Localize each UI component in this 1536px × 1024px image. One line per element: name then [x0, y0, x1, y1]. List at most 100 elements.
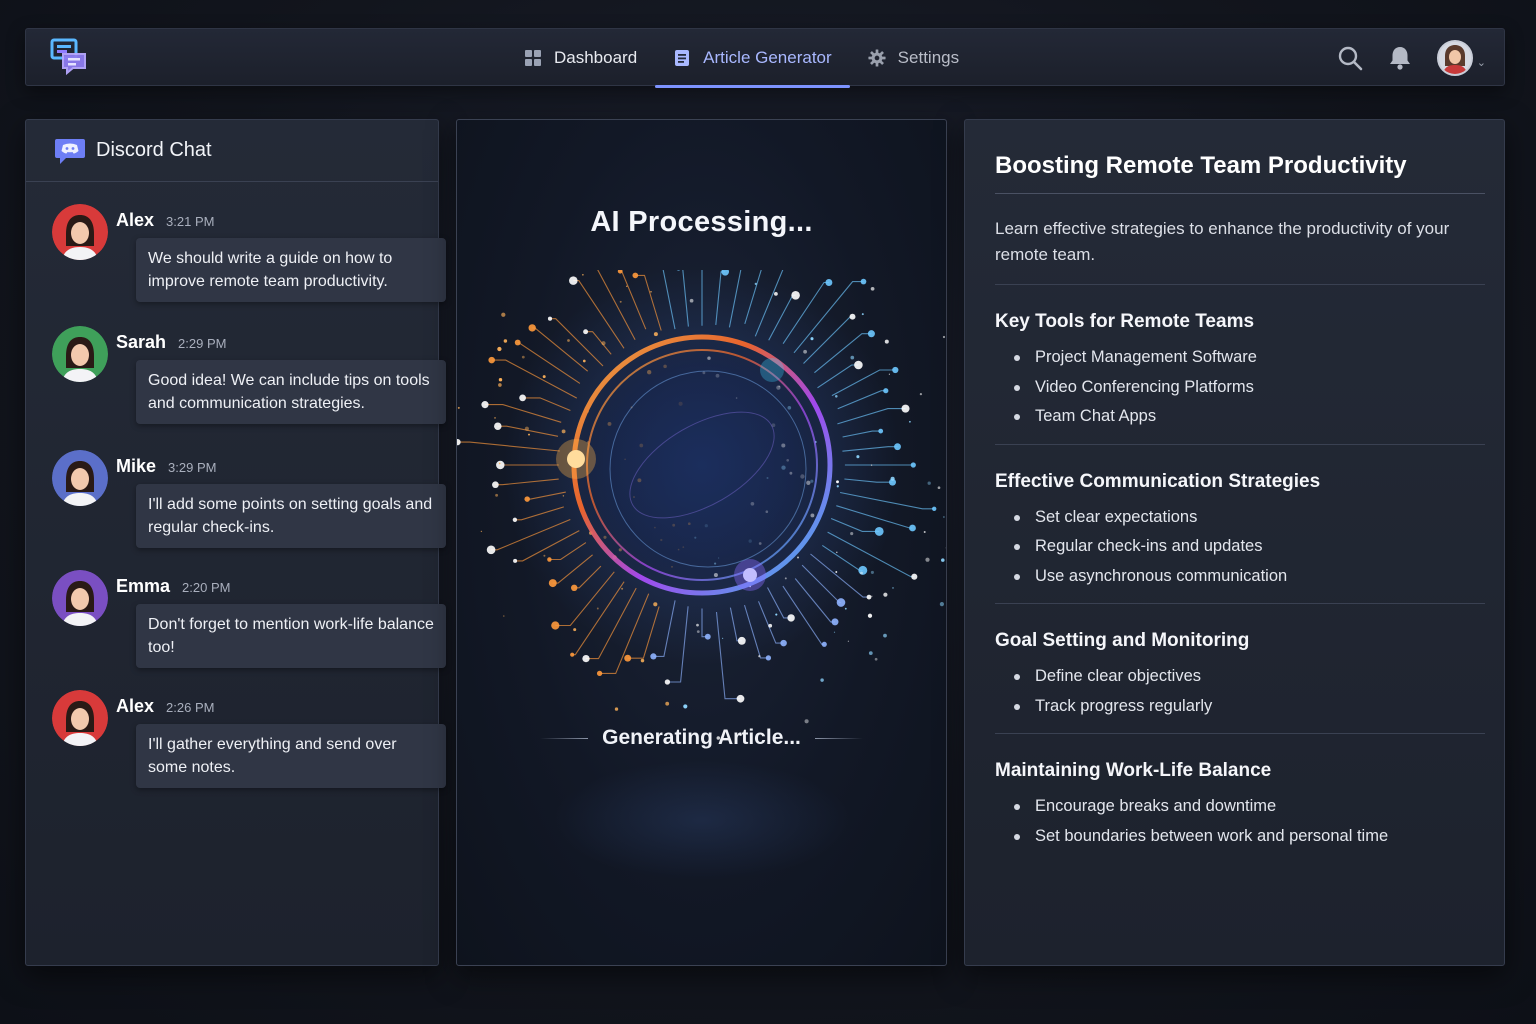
- circuit-node: [836, 598, 846, 607]
- particle: [542, 375, 546, 379]
- particle: [582, 359, 586, 363]
- particle: [937, 486, 941, 490]
- circuit-node: [911, 573, 918, 580]
- user-avatar[interactable]: [52, 570, 108, 626]
- circuit-node: [551, 621, 560, 630]
- discord-chat-panel: Discord Chat Alex 3:21 PM We should write …: [25, 119, 446, 966]
- circuit-node: [854, 360, 863, 370]
- circuit-node: [570, 652, 575, 657]
- particle: [683, 704, 688, 709]
- circuit-node: [787, 614, 795, 622]
- particle: [939, 602, 944, 607]
- user-avatar[interactable]: [52, 450, 108, 506]
- circuit-node: [524, 496, 530, 502]
- circuit-node: [632, 272, 639, 279]
- particle: [561, 429, 566, 434]
- article-preview-panel: Boosting Remote Team Productivity Learn …: [964, 119, 1505, 966]
- particle: [868, 651, 873, 655]
- section-list-item: Video Conferencing Platforms: [995, 373, 1485, 403]
- particle: [567, 339, 570, 342]
- particle: [696, 630, 700, 633]
- particle: [653, 332, 658, 337]
- circuit-node: [883, 388, 889, 394]
- nav-dashboard-label: Dashboard: [554, 48, 638, 67]
- particle: [457, 406, 460, 409]
- circuit-node: [486, 545, 496, 555]
- main-nav: Dashboard Article Generator Settings: [506, 29, 977, 88]
- particle: [497, 346, 502, 352]
- nav-article-generator[interactable]: Article Generator: [655, 29, 850, 88]
- user-avatar[interactable]: [52, 326, 108, 382]
- particle: [861, 313, 864, 316]
- particle: [867, 613, 873, 618]
- particle: [810, 337, 814, 341]
- circuit-node: [528, 324, 536, 332]
- particle: [919, 392, 923, 396]
- circuit-node: [664, 679, 671, 685]
- circuit-node: [488, 356, 495, 364]
- circuit-node: [650, 653, 657, 660]
- section-list: Encourage breaks and downtime Set boundar…: [995, 792, 1485, 851]
- particle: [796, 556, 800, 559]
- section-list-item: Regular check-ins and updates: [995, 532, 1485, 562]
- circuit-node: [894, 443, 901, 451]
- particle: [870, 286, 875, 291]
- particle: [803, 349, 807, 354]
- app-logo-icon[interactable]: [50, 38, 90, 76]
- circuit-node: [596, 670, 603, 677]
- user-menu[interactable]: ⌄: [1436, 40, 1486, 76]
- particle: [614, 707, 619, 711]
- particle: [582, 274, 584, 276]
- particle: [626, 285, 628, 287]
- particle: [833, 631, 836, 633]
- notifications-button[interactable]: [1387, 45, 1413, 71]
- particle: [596, 607, 599, 610]
- particle: [850, 532, 854, 536]
- particle: [890, 476, 895, 481]
- section-list: Define clear objectives Track progress re…: [995, 662, 1485, 721]
- circuit-node: [492, 481, 499, 489]
- article-section: Maintaining Work-Life Balance Encourage b…: [995, 734, 1485, 863]
- circuit-node: [494, 422, 502, 430]
- section-list-item: Use asynchronous communication: [995, 562, 1485, 592]
- message-meta: Emma 2:20 PM: [116, 576, 230, 597]
- message-author: Mike: [116, 456, 157, 476]
- orb-flare-left-glow: [556, 439, 596, 479]
- message-bubble: I'll gather everything and send over som…: [136, 724, 446, 788]
- particle: [820, 678, 824, 682]
- message-bubble: I'll add some points on setting goals an…: [136, 484, 446, 548]
- circuit-node: [866, 594, 872, 600]
- particle: [758, 655, 761, 658]
- particle: [836, 551, 838, 554]
- nav-settings[interactable]: Settings: [850, 29, 977, 87]
- chat-title: Discord Chat: [96, 139, 212, 161]
- particle: [768, 623, 773, 628]
- circuit-node: [582, 654, 590, 663]
- user-avatar[interactable]: [52, 690, 108, 746]
- orb-flare-top: [760, 358, 784, 382]
- circuit-node: [849, 313, 856, 320]
- circuit-node: [821, 641, 827, 647]
- discord-chat-icon: [55, 138, 85, 164]
- section-list-item: Track progress regularly: [995, 692, 1485, 722]
- nav-dashboard[interactable]: Dashboard: [506, 29, 655, 87]
- particle: [784, 577, 787, 580]
- grid-icon: [525, 50, 541, 66]
- top-navigation-bar: Dashboard Article Generator Settings ⌄: [25, 28, 1505, 88]
- message-meta: Mike 3:29 PM: [116, 456, 216, 477]
- article-intro: Learn effective strategies to enhance th…: [995, 216, 1485, 285]
- section-heading: Key Tools for Remote Teams: [995, 311, 1255, 332]
- particle: [847, 640, 850, 642]
- circuit-node: [901, 404, 910, 413]
- chat-header: Discord Chat: [26, 120, 438, 182]
- particle: [495, 493, 499, 497]
- user-avatar[interactable]: [52, 204, 108, 260]
- circuit-node: [765, 655, 772, 661]
- search-button[interactable]: [1337, 45, 1363, 71]
- circuit-node: [514, 339, 521, 346]
- particle: [721, 637, 724, 640]
- gear-icon: [868, 49, 886, 67]
- particle: [927, 481, 931, 485]
- ai-processing-panel: AI Processing... Generating Article...: [456, 119, 947, 966]
- circuit-node: [513, 558, 518, 563]
